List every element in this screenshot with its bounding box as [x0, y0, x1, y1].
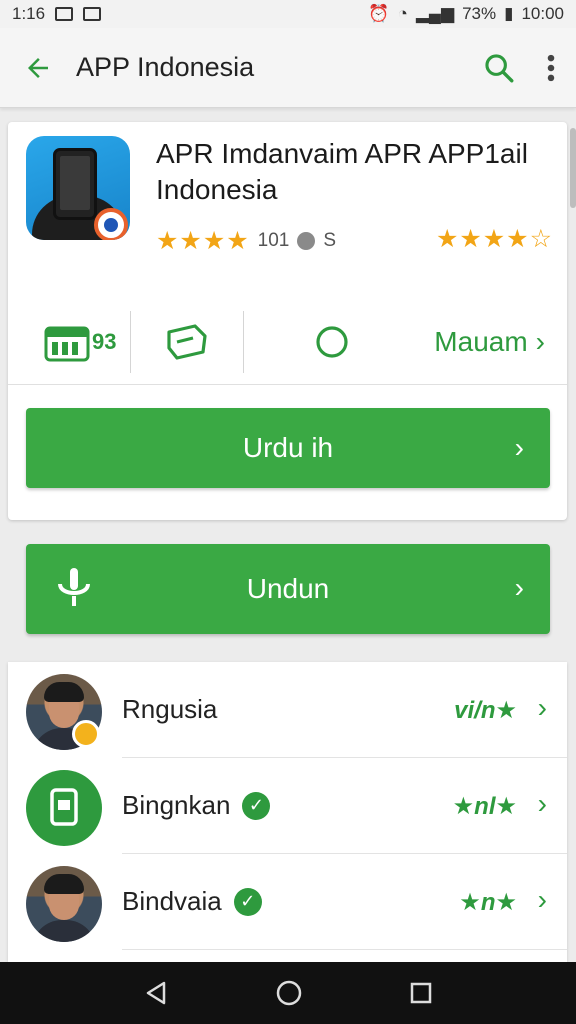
more-vert-icon[interactable]: [544, 51, 558, 85]
feature-category[interactable]: [131, 312, 243, 372]
feature-status[interactable]: [244, 312, 420, 372]
secondary-download-button[interactable]: Undun ›: [26, 544, 550, 634]
info-icon: [297, 232, 316, 250]
list-item[interactable]: Bindvaia ✓ ★n★ ›: [8, 854, 567, 950]
rating-stars-right: ★★★★☆: [435, 225, 553, 253]
chevron-right-icon: ›: [535, 326, 545, 357]
phone-icon: [53, 148, 97, 220]
recents-nav-icon[interactable]: [408, 980, 434, 1006]
alarm-icon: ⏰: [368, 4, 390, 23]
secondary-button-label: Undun: [246, 573, 330, 604]
download-button[interactable]: Urdu ih ›: [26, 408, 550, 488]
list-item-tag: ★nl★: [452, 793, 517, 820]
avatar: [26, 866, 102, 942]
signal-icon: ▂▄▆: [415, 4, 455, 23]
list-item-name: Bingnkan: [122, 790, 231, 820]
verified-check-icon: ✓: [242, 791, 271, 820]
rating-suffix: S: [323, 230, 337, 251]
chevron-right-icon: ›: [537, 692, 547, 723]
chat-box-icon: [167, 324, 207, 360]
status-bar: 1:16 ⏰ ◔ ▂▄▆ 73% ▮ 10:00: [0, 0, 576, 28]
developer-list: Rngusia vi/n★ › Bingnkan ✓ ★nl★ › Bindva…: [8, 662, 567, 962]
app-badge-icon: [94, 208, 128, 240]
divider: [8, 384, 567, 385]
list-item-tag: ★n★: [459, 889, 517, 916]
app-title: APR Imdanvaim APR APP1ail Indonesia: [156, 138, 528, 205]
avatar: [26, 770, 102, 846]
rating-row: ★★★★ 101 S: [156, 226, 336, 256]
back-nav-icon[interactable]: [142, 979, 170, 1007]
chevron-right-icon: ›: [514, 572, 524, 603]
circle-icon: [316, 326, 348, 358]
avatar-badge-icon: [72, 720, 100, 748]
page-title: APP Indonesia: [76, 52, 255, 82]
feature-row: 93 Mauam ›: [8, 302, 567, 382]
verified-check-icon: ✓: [233, 887, 262, 916]
chevron-right-icon: ›: [537, 884, 547, 915]
rating-stars: ★★★★: [156, 227, 250, 255]
divider: [122, 949, 567, 950]
battery-icon: ▮: [504, 4, 514, 23]
microphone-icon: [58, 568, 90, 606]
feature-downloads-label: 93: [92, 329, 117, 354]
list-item[interactable]: Bingnkan ✓ ★nl★ ›: [8, 758, 567, 854]
chevron-right-icon: ›: [514, 432, 524, 463]
wifi-icon: ◔: [397, 4, 408, 23]
phone-document-icon: [50, 788, 78, 826]
list-item-name: Rngusia: [122, 694, 218, 724]
download-button-label: Urdu ih: [242, 432, 334, 463]
system-nav-bar: [0, 962, 576, 1024]
arrow-back-icon: [28, 57, 48, 78]
list-item-tag: vi/n★: [454, 697, 517, 724]
app-info-card: APR Imdanvaim APR APP1ail Indonesia ★★★★…: [8, 122, 567, 520]
back-button[interactable]: [18, 48, 58, 88]
feature-downloads[interactable]: 93: [8, 312, 130, 372]
battery-percent: 73%: [462, 4, 497, 23]
feature-more[interactable]: Mauam ›: [420, 312, 567, 372]
rating-count: 101: [257, 230, 290, 251]
search-icon[interactable]: [482, 51, 516, 85]
app-bar: APP Indonesia: [0, 28, 576, 108]
list-item-name: Bindvaia: [122, 886, 222, 916]
calendar-icon: [44, 326, 90, 362]
status-clock: 10:00: [521, 4, 564, 23]
status-time: 1:16: [12, 4, 46, 23]
app-icon[interactable]: [26, 136, 130, 240]
folder-notification-icon: [83, 7, 102, 21]
image-notification-icon: [55, 7, 74, 21]
home-nav-icon[interactable]: [274, 978, 304, 1008]
scrollbar[interactable]: [570, 128, 576, 208]
chevron-right-icon: ›: [537, 788, 547, 819]
feature-more-label: Mauam: [434, 326, 528, 357]
